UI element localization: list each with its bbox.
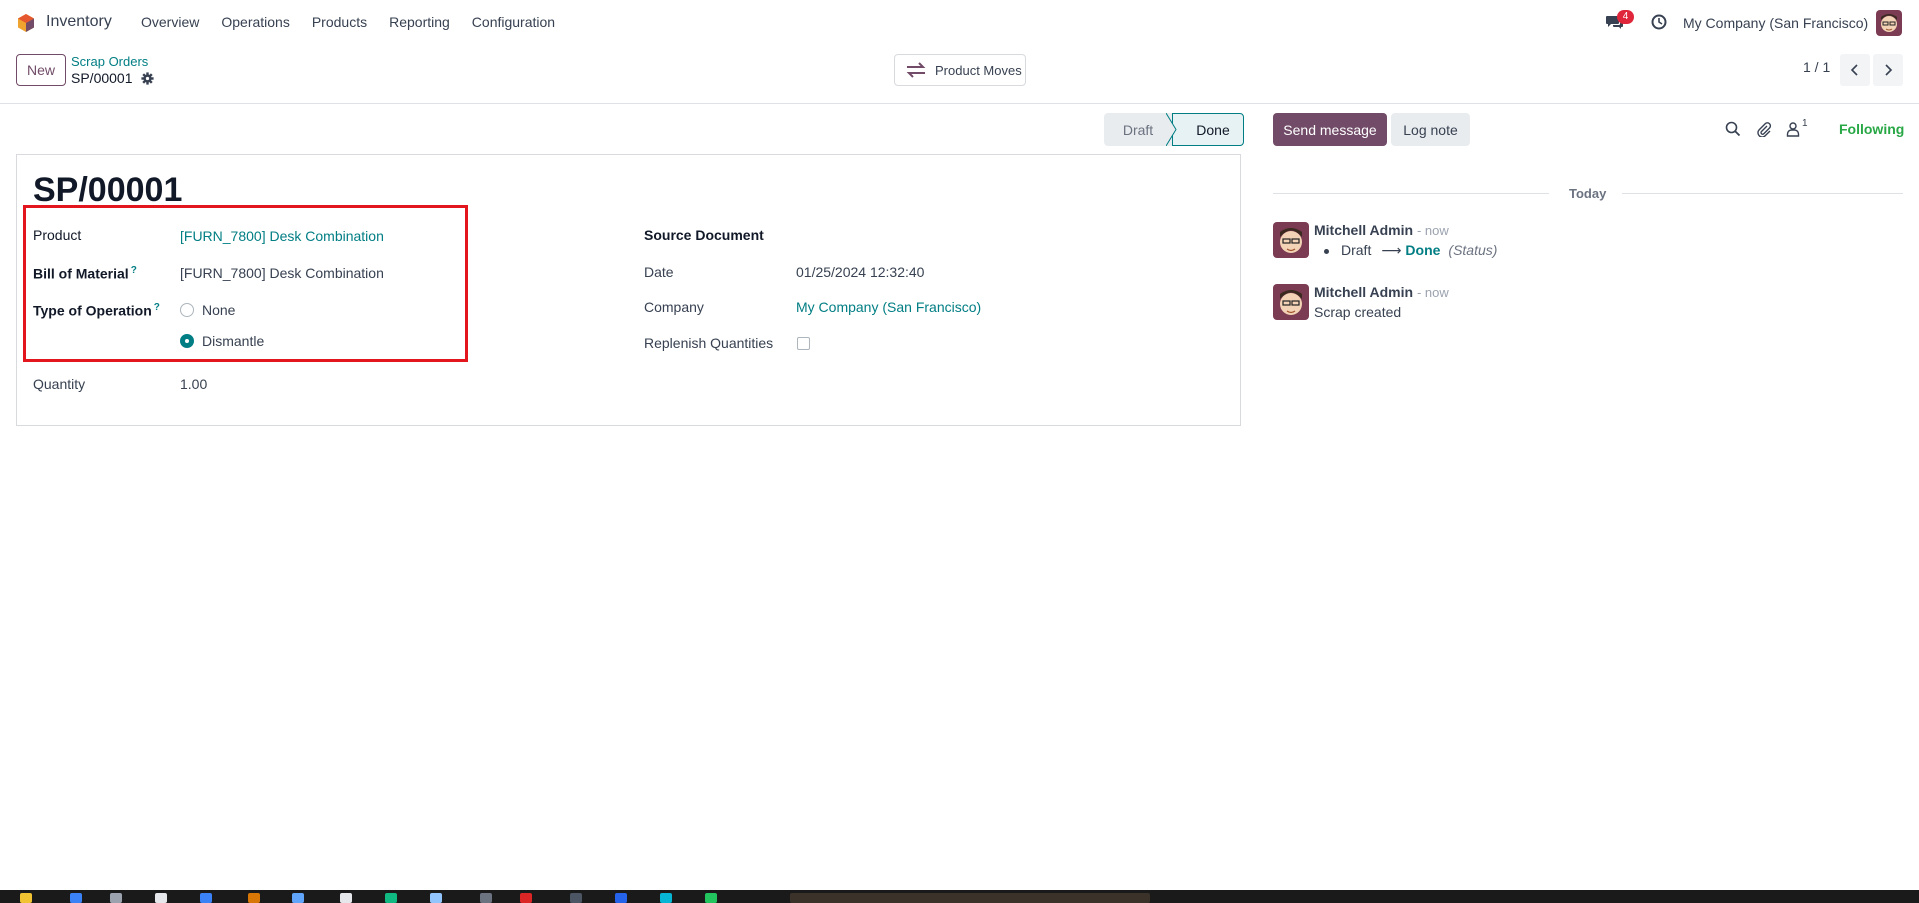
user-avatar[interactable]	[1876, 10, 1902, 36]
tracking-new-value: Done	[1405, 242, 1441, 258]
status-separator-arrow	[1166, 113, 1177, 146]
product-moves-button[interactable]: Product Moves	[894, 54, 1026, 86]
highlight-box	[23, 205, 468, 362]
breadcrumb-current-label: SP/00001	[71, 70, 133, 86]
new-button[interactable]: New	[16, 54, 66, 86]
taskbar-app-icon[interactable]	[248, 893, 260, 903]
menu-products[interactable]: Products	[312, 14, 367, 30]
taskbar-app-icon[interactable]	[20, 893, 32, 903]
replenish-quantities-checkbox[interactable]	[797, 337, 810, 350]
top-navbar: Inventory Overview Operations Products R…	[0, 0, 1919, 46]
message-time: - now	[1416, 223, 1449, 238]
user-avatar-icon	[1876, 10, 1902, 36]
menu-configuration[interactable]: Configuration	[472, 14, 555, 30]
company-switcher[interactable]: My Company (San Francisco)	[1683, 15, 1868, 31]
tracking-field-name: (Status)	[1448, 242, 1498, 258]
author-avatar[interactable]	[1273, 222, 1309, 258]
send-message-button[interactable]: Send message	[1273, 113, 1387, 146]
taskbar-app-icon[interactable]	[340, 893, 352, 903]
taskbar-app-icon[interactable]	[110, 893, 122, 903]
pager-value[interactable]: 1 / 1	[1803, 59, 1830, 75]
main-menu: Overview Operations Products Reporting C…	[141, 14, 577, 30]
long-arrow-right-icon: ⟶	[1381, 242, 1402, 258]
os-taskbar	[0, 890, 1919, 903]
taskbar-app-icon[interactable]	[70, 893, 82, 903]
author-avatar[interactable]	[1273, 284, 1309, 320]
quantity-value[interactable]: 1.00	[180, 376, 207, 392]
taskbar-app-icon[interactable]	[430, 893, 442, 903]
activity-clock-icon[interactable]	[1651, 14, 1667, 30]
date-label: Date	[644, 264, 674, 280]
breadcrumb-scrap-orders[interactable]: Scrap Orders	[71, 54, 148, 69]
follower-count: 1	[1802, 118, 1808, 129]
company-label: Company	[644, 299, 704, 315]
taskbar-app-icon[interactable]	[520, 893, 532, 903]
message-author-name[interactable]: Mitchell Admin	[1314, 222, 1413, 238]
status-draft[interactable]: Draft	[1104, 113, 1172, 146]
menu-reporting[interactable]: Reporting	[389, 14, 450, 30]
date-separator-line	[1273, 193, 1549, 194]
company-value-link[interactable]: My Company (San Francisco)	[796, 299, 981, 315]
transfer-arrows-icon	[906, 62, 926, 78]
date-separator-line	[1622, 193, 1903, 194]
menu-overview[interactable]: Overview	[141, 14, 199, 30]
taskbar-app-icon[interactable]	[660, 893, 672, 903]
followers-user-icon[interactable]	[1785, 121, 1801, 137]
app-name[interactable]: Inventory	[46, 13, 112, 31]
bullet-dot	[1324, 248, 1329, 254]
tracking-value-change: Draft ⟶ Done (Status)	[1324, 242, 1497, 259]
date-value[interactable]: 01/25/2024 12:32:40	[796, 264, 924, 280]
message-author[interactable]: Mitchell Admin - now	[1314, 222, 1449, 238]
tracking-old-value: Draft	[1341, 242, 1372, 258]
author-avatar-icon	[1273, 284, 1309, 320]
taskbar-app-icon[interactable]	[385, 893, 397, 903]
following-toggle[interactable]: Following	[1839, 121, 1904, 137]
taskbar-app-icon[interactable]	[570, 893, 582, 903]
message-body: Scrap created	[1314, 304, 1402, 320]
breadcrumb-current: SP/00001	[71, 70, 154, 86]
replenish-quantities-label: Replenish Quantities	[644, 335, 774, 351]
taskbar-app-icon[interactable]	[292, 893, 304, 903]
message-time: - now	[1416, 285, 1449, 300]
taskbar-app-icon[interactable]	[615, 893, 627, 903]
taskbar-window-preview[interactable]	[790, 893, 1150, 903]
quantity-label: Quantity	[33, 376, 86, 392]
source-document-label: Source Document	[644, 227, 764, 243]
taskbar-app-icon[interactable]	[705, 893, 717, 903]
message-author[interactable]: Mitchell Admin - now	[1314, 284, 1449, 300]
inventory-app-icon[interactable]	[16, 13, 36, 33]
chevron-left-icon	[1850, 64, 1858, 76]
paperclip-icon[interactable]	[1756, 121, 1772, 137]
control-panel: New Scrap Orders SP/00001 Product Moves …	[0, 46, 1919, 104]
menu-operations[interactable]: Operations	[221, 14, 289, 30]
taskbar-app-icon[interactable]	[480, 893, 492, 903]
pager-previous-button[interactable]	[1840, 54, 1870, 86]
chevron-right-icon	[1885, 64, 1893, 76]
gear-icon[interactable]	[140, 71, 154, 85]
taskbar-app-icon[interactable]	[155, 893, 167, 903]
search-icon[interactable]	[1725, 121, 1741, 137]
pager-next-button[interactable]	[1873, 54, 1903, 86]
date-separator-today: Today	[1569, 186, 1607, 201]
log-note-button[interactable]: Log note	[1391, 113, 1470, 146]
product-moves-label: Product Moves	[935, 62, 1022, 78]
taskbar-app-icon[interactable]	[200, 893, 212, 903]
message-author-name[interactable]: Mitchell Admin	[1314, 284, 1413, 300]
author-avatar-icon	[1273, 222, 1309, 258]
chat-badge: 4	[1617, 10, 1634, 24]
